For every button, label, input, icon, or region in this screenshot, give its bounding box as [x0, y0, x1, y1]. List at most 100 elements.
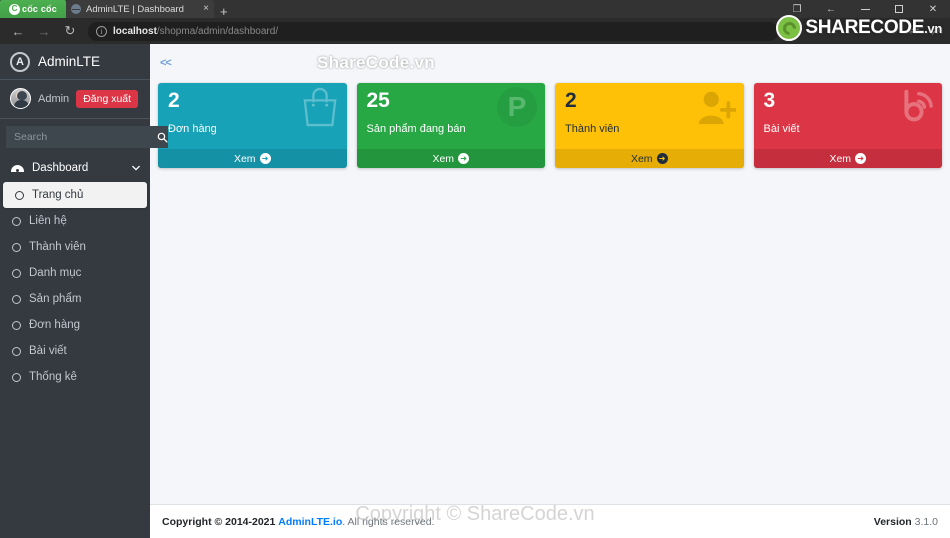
circle-icon — [12, 372, 21, 382]
sharecode-badge-icon — [776, 15, 803, 41]
sidebar-item-label: Trang chủ — [32, 189, 84, 201]
circle-icon — [12, 216, 21, 226]
chevron-down-icon — [132, 163, 140, 173]
user-plus-icon — [696, 87, 737, 132]
toolbar-icon-group: ✂ ↗ — [910, 24, 944, 38]
maximize-icon[interactable] — [882, 0, 916, 18]
new-tab-icon[interactable]: + — [214, 5, 234, 18]
share-icon[interactable]: ↗ — [930, 24, 940, 38]
avatar — [10, 88, 31, 109]
browser-tab-adminlte[interactable]: AdminLTE | Dashboard × — [66, 0, 214, 18]
info-box-action-label: Xem — [630, 152, 653, 165]
reload-icon[interactable]: ↻ — [58, 20, 82, 42]
footer-version: Version 3.1.0 — [874, 516, 938, 528]
blog-rss-icon — [894, 87, 934, 132]
window-back-icon[interactable]: ← — [814, 0, 848, 18]
site-info-icon[interactable]: i — [96, 25, 107, 37]
sidebar-item-trang-chu[interactable]: Trang chủ — [3, 182, 147, 208]
url-path: /shopma/admin/dashboard/ — [156, 25, 279, 37]
brand-title: AdminLTE — [38, 54, 101, 69]
info-box-members[interactable]: 2 Thành viên Xem — [555, 83, 744, 168]
info-box-products[interactable]: 25 Sản phẩm đang bán P Xem — [356, 83, 546, 168]
sidebar-nav: Dashboard Trang chủ Liên hệ Thành viên D… — [0, 154, 150, 390]
browser-toolbar: ← → ↻ i localhost/shopma/admin/dashboard… — [0, 15, 950, 44]
sidebar-brand[interactable]: A AdminLTE — [0, 44, 150, 80]
info-box-action-label: Xem — [829, 152, 852, 165]
footer-version-number: 3.1.0 — [914, 515, 938, 528]
sidebar-item-don-hang[interactable]: Đơn hàng — [0, 312, 150, 338]
info-box-body: 3 Bài viết — [754, 83, 943, 149]
search-button[interactable] — [157, 126, 168, 148]
info-box-body: 2 Đơn hàng — [158, 83, 347, 149]
circle-icon — [12, 346, 21, 356]
footer-copyright-prefix: Copyright © 2014-2021 — [162, 515, 276, 528]
search-icon — [157, 132, 168, 143]
sidebar-item-label: Sản phẩm — [29, 293, 82, 305]
sidebar-search — [0, 119, 168, 154]
sidebar-item-san-pham[interactable]: Sản phẩm — [0, 286, 150, 312]
footer-version-label: Version — [873, 515, 912, 528]
logout-button[interactable]: Đăng xuất — [76, 89, 139, 108]
sidebar-item-thanh-vien[interactable]: Thành viên — [0, 234, 150, 260]
coccoc-app-tab[interactable]: C cốc cốc — [0, 0, 66, 18]
info-box-row: 2 Đơn hàng Xem ➜ 25 Sản phẩm đang bán P … — [150, 71, 950, 168]
footer-copyright: Copyright © 2014-2021 AdminLTE.io. All r… — [162, 516, 434, 528]
main-content: << 2 Đơn hàng Xem ➜ 25 Sản phẩm đang bán… — [150, 44, 950, 538]
sidebar: A AdminLTE Admin Đăng xuất Search Dashbo… — [0, 44, 168, 538]
sidebar-item-thong-ke[interactable]: Thống kê — [0, 364, 150, 390]
sidebar-item-label: Liên hệ — [29, 215, 67, 227]
search-input[interactable] — [6, 126, 157, 148]
content-header: << — [150, 44, 950, 71]
sidebar-item-label: Thống kê — [29, 371, 77, 383]
info-box-body: 25 Sản phẩm đang bán P — [357, 83, 546, 149]
arrow-circle-right-icon — [259, 153, 271, 164]
info-box-posts[interactable]: 3 Bài viết Xem — [753, 83, 943, 168]
circle-icon — [12, 268, 21, 278]
sidebar-item-dashboard[interactable]: Dashboard — [0, 154, 150, 182]
minimize-icon[interactable] — [848, 0, 882, 18]
sidebar-user-panel: Admin Đăng xuất — [0, 80, 150, 119]
adminlte-logo-icon: A — [10, 51, 30, 72]
sidebar-item-danh-muc[interactable]: Danh mục — [0, 260, 150, 286]
browser-tabstrip: C cốc cốc AdminLTE | Dashboard × + ❐ ← ✕ — [0, 0, 950, 18]
info-box-action-label: Xem — [233, 152, 256, 165]
adminlte-app: A AdminLTE Admin Đăng xuất Search Dashbo… — [0, 44, 950, 538]
arrow-circle-right-icon — [656, 153, 668, 164]
sidebar-item-label: Đơn hàng — [29, 319, 81, 331]
window-controls: ❐ ← ✕ — [780, 0, 950, 18]
info-box-action[interactable]: Xem — [356, 149, 545, 168]
sidebar-item-label: Dashboard — [32, 162, 89, 174]
sidebar-item-label: Thành viên — [29, 241, 86, 253]
url-host: localhost — [113, 25, 157, 37]
address-bar[interactable]: i localhost/shopma/admin/dashboard/ — [88, 21, 778, 41]
sidebar-item-lien-he[interactable]: Liên hệ — [0, 208, 150, 234]
sidebar-item-bai-viet[interactable]: Bài viết — [0, 338, 150, 364]
info-box-action[interactable]: Xem — [158, 149, 347, 168]
tachometer-icon — [10, 161, 24, 175]
arrow-circle-right-icon — [458, 153, 470, 164]
sidebar-item-label: Danh mục — [29, 267, 82, 279]
circle-icon — [12, 242, 21, 252]
adminlte-link[interactable]: AdminLTE.io — [278, 516, 342, 528]
info-box-orders[interactable]: 2 Đơn hàng Xem — [158, 83, 347, 168]
key-icon[interactable]: ✂ — [910, 24, 920, 38]
back-icon[interactable]: ← — [6, 20, 30, 42]
shopping-bag-icon — [301, 87, 339, 132]
browser-tab-title: AdminLTE | Dashboard — [86, 3, 184, 15]
collapse-sidebar-link[interactable]: << — [160, 57, 172, 69]
window-restore-icon[interactable]: ❐ — [780, 0, 814, 18]
arrow-circle-right-icon — [855, 153, 867, 164]
info-box-action-label: Xem — [432, 152, 455, 165]
circle-icon — [15, 190, 24, 200]
info-box-body: 2 Thành viên — [555, 83, 744, 149]
sidebar-item-label: Bài viết — [29, 345, 67, 357]
user-name: Admin — [38, 92, 70, 105]
circle-icon — [12, 320, 21, 330]
info-box-action[interactable]: Xem — [555, 149, 744, 168]
circle-icon — [12, 294, 21, 304]
coccoc-logo-icon: C — [9, 3, 21, 15]
close-icon[interactable]: × — [203, 4, 209, 14]
window-close-icon[interactable]: ✕ — [916, 0, 950, 18]
info-box-action[interactable]: Xem — [753, 149, 942, 168]
forward-icon: → — [37, 23, 51, 39]
